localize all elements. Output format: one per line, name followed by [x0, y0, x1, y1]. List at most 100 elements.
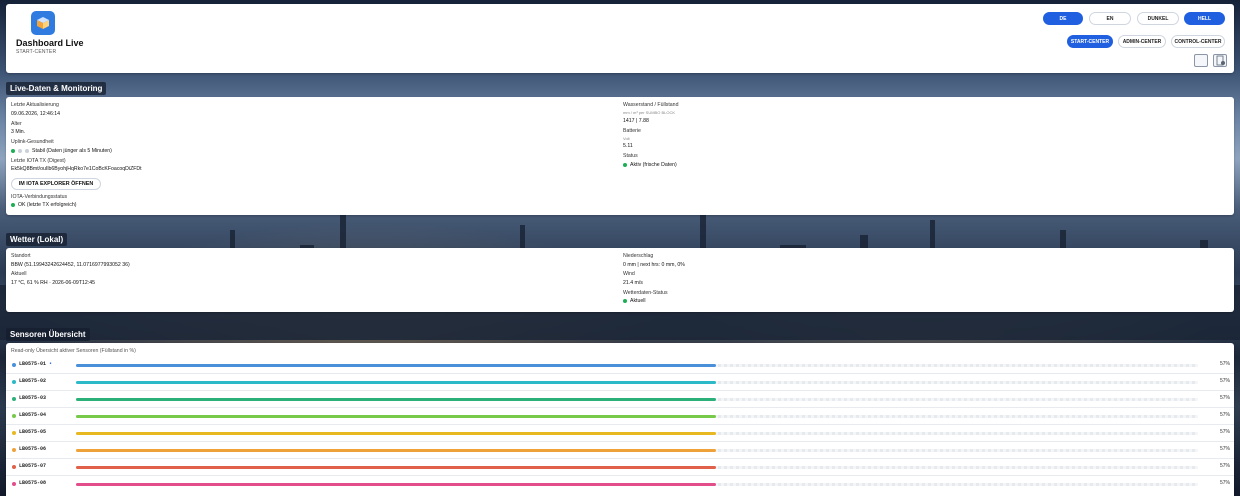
lang-de-button[interactable]: DE — [1043, 12, 1083, 25]
sensor-fill-track — [76, 449, 1198, 452]
header-panel: Dashboard Live START-CENTER DE EN DUNKEL… — [6, 4, 1234, 73]
sensor-id: LB0575-04 — [19, 412, 47, 418]
iota-connection-label: IOTA-Verbindungsstatus — [11, 194, 68, 200]
sensor-row[interactable]: LB0575-04 57% — [6, 408, 1234, 425]
live-section-title: Live-Daten & Monitoring — [6, 82, 107, 95]
sensor-color-dot-icon — [12, 482, 16, 486]
weather-status-label: Wetterdaten-Status — [623, 290, 668, 296]
sensor-color-dot-icon — [12, 363, 16, 367]
sensor-fill-bar — [76, 432, 716, 435]
sensor-percent: 57% — [1219, 446, 1230, 452]
sensor-fill-track — [76, 415, 1198, 418]
sensor-color-dot-icon — [12, 414, 16, 418]
water-level-label: Wasserstand / Füllstand — [623, 102, 679, 108]
app-title: Dashboard Live — [16, 38, 84, 48]
sensor-fill-bar — [76, 466, 716, 469]
weather-status-value: Aktuell — [630, 298, 646, 304]
uplink-label: Uplink-Gesundheit — [11, 139, 54, 145]
age-value: 3 Min. — [11, 129, 26, 135]
battery-label: Batterie — [623, 128, 641, 134]
water-level-value: 1417 | 7.88 — [623, 118, 649, 124]
window-toggle-icon[interactable] — [1194, 54, 1208, 67]
location-value: BBW (51.19943242624452, 11.0716977993052… — [11, 262, 130, 268]
nav-admin-center-button[interactable]: ADMIN-CENTER — [1118, 35, 1166, 48]
open-iota-explorer-button[interactable]: IM IOTA EXPLORER ÖFFNEN — [11, 178, 101, 190]
age-label: Alter — [11, 121, 22, 127]
sensor-row[interactable]: LB0575-03 57% — [6, 391, 1234, 408]
wind-value: 21.4 m/s — [623, 280, 643, 286]
sensor-row[interactable]: LB0575-07 57% — [6, 459, 1234, 476]
sensor-color-dot-icon — [12, 431, 16, 435]
sensor-name: LB0575-03 — [19, 395, 46, 401]
status-dot-icon — [623, 162, 627, 167]
sensor-fill-bar — [76, 449, 716, 452]
current-weather-label: Aktuell — [11, 271, 27, 277]
sensor-id: LB0575-07 — [19, 463, 47, 469]
sensor-fill-track — [76, 483, 1198, 486]
sensor-fill-track — [76, 381, 1198, 384]
sensor-id: LB0575-03 — [19, 395, 47, 401]
sensor-name: LB0575-08 — [19, 480, 46, 486]
precipitation-label: Niederschlag — [623, 253, 654, 259]
sensor-name: LB0575-01 • — [19, 361, 52, 367]
iota-tx-value: Ek5kQ8Bmt/ouIlb6ByohjHqRko7e1CoBcKFoacoq… — [11, 166, 142, 172]
sensor-fill-bar — [76, 364, 716, 367]
last-update-value: 09.06.2026, 12:46:14 — [11, 111, 61, 117]
status-label: Status — [623, 153, 638, 159]
uplink-status: Stabil (Daten jünger als 5 Minuten) — [11, 148, 112, 154]
sensor-name: LB0575-07 — [19, 463, 46, 469]
sensor-fill-bar — [76, 381, 716, 384]
sensor-row[interactable]: LB0575-02 57% — [6, 374, 1234, 391]
last-update-label: Letzte Aktualisierung — [11, 102, 59, 108]
sensor-percent: 57% — [1219, 412, 1230, 418]
theme-dark-button[interactable]: DUNKEL — [1137, 12, 1179, 25]
app-subtitle: START-CENTER — [16, 49, 57, 55]
sensor-name: LB0575-04 — [19, 412, 46, 418]
weather-status: Aktuell — [623, 298, 646, 304]
sensor-fill-track — [76, 398, 1198, 401]
sensor-fill-bar — [76, 415, 716, 418]
sensor-fill-bar — [76, 398, 716, 401]
status-dot-icon — [18, 148, 22, 153]
sensor-percent: 57% — [1219, 463, 1230, 469]
sensor-percent: 57% — [1219, 480, 1230, 486]
sensor-row[interactable]: LB0575-05 57% — [6, 425, 1234, 442]
sensor-row[interactable]: LB0575-06 57% — [6, 442, 1234, 459]
sensors-subtitle: Read-only Übersicht aktiver Sensoren (Fü… — [11, 348, 136, 354]
sensor-id: LB0575-05 — [19, 429, 47, 435]
lang-en-button[interactable]: EN — [1089, 12, 1131, 25]
sensors-section-title: Sensoren Übersicht — [6, 328, 90, 341]
status-dot-icon — [25, 148, 29, 153]
sensor-name: LB0575-06 — [19, 446, 46, 452]
live-data-panel: Letzte Aktualisierung 09.06.2026, 12:46:… — [6, 97, 1234, 215]
mobile-view-icon[interactable] — [1213, 54, 1227, 67]
sensor-flag: • — [49, 361, 53, 367]
location-label: Standort — [11, 253, 31, 259]
sensor-color-dot-icon — [12, 397, 16, 401]
sensor-percent: 57% — [1219, 429, 1230, 435]
app-logo-icon — [31, 11, 55, 35]
weather-section-title: Wetter (Lokal) — [6, 233, 68, 246]
sensor-fill-track — [76, 432, 1198, 435]
battery-value: 5.11 — [623, 143, 633, 149]
iota-tx-label: Letzte IOTA TX (Digest) — [11, 158, 66, 164]
sensor-row[interactable]: LB0575-08 57% — [6, 476, 1234, 493]
sensor-fill-bar — [76, 483, 716, 486]
sensor-fill-track — [76, 466, 1198, 469]
iota-connection-value: OK (letzte TX erfolgreich) — [18, 202, 77, 208]
water-level-unit: mm / m³ per SUMBO BLOCK — [623, 110, 676, 115]
uplink-value: Stabil (Daten jünger als 5 Minuten) — [32, 148, 112, 154]
sensor-color-dot-icon — [12, 465, 16, 469]
nav-control-center-button[interactable]: CONTROL-CENTER — [1171, 35, 1225, 48]
sensor-percent: 57% — [1219, 361, 1230, 367]
status-dot-icon — [623, 298, 627, 303]
sensor-name: LB0575-02 — [19, 378, 46, 384]
nav-start-center-button[interactable]: START-CENTER — [1067, 35, 1113, 48]
precipitation-value: 0 mm | next hrs: 0 mm, 0% — [623, 262, 685, 268]
status-value: Aktiv (frische Daten) — [630, 162, 677, 168]
current-weather-value: 17 °C, 61 % RH · 2026-06-09T12:45 — [11, 280, 95, 286]
sensor-row[interactable]: LB0575-01 • 57% — [6, 357, 1234, 374]
sensor-name: LB0575-05 — [19, 429, 46, 435]
theme-light-button[interactable]: HELL — [1184, 12, 1225, 25]
battery-unit: Volt — [623, 136, 630, 141]
